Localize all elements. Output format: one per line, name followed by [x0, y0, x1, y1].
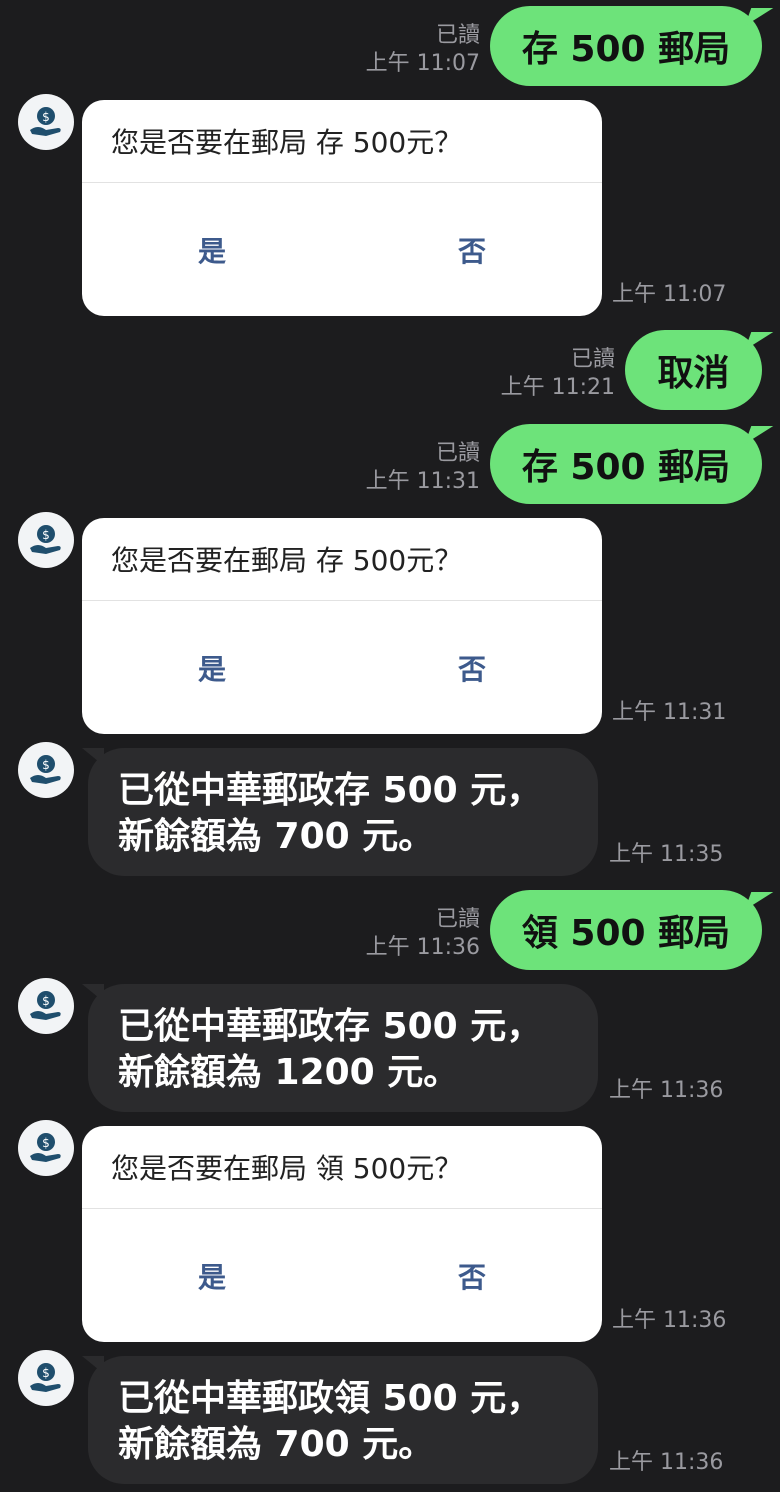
message-line: 新餘額為 700 元。	[118, 1424, 435, 1465]
timestamp: 上午 11:36	[609, 1078, 724, 1103]
confirm-question: 您是否要在郵局 領 500元？	[82, 1126, 602, 1209]
yes-button[interactable]: 是	[82, 1209, 342, 1342]
bot-avatar[interactable]: $	[18, 1120, 74, 1176]
svg-text:$: $	[42, 110, 50, 124]
timestamp: 上午 11:21	[500, 375, 615, 400]
timestamp: 上午 11:07	[612, 282, 727, 307]
incoming-message[interactable]: 已從中華郵政存 500 元， 新餘額為 700 元。	[82, 748, 598, 876]
message-meta: 已讀 上午 11:21	[501, 346, 615, 402]
message-line: 新餘額為 1200 元。	[118, 1052, 460, 1093]
confirm-card: 您是否要在郵局 存 500元？ 是 否	[82, 518, 602, 734]
read-receipt: 已讀	[570, 347, 615, 372]
timestamp: 上午 11:31	[365, 469, 480, 494]
timestamp: 上午 11:07	[365, 51, 480, 76]
piggy-bank-hand-icon: $	[30, 525, 61, 554]
yes-button[interactable]: 是	[82, 183, 342, 316]
message-text: 存 500 郵局	[521, 447, 731, 488]
bot-avatar[interactable]: $	[18, 742, 74, 798]
timestamp: 上午 11:35	[609, 842, 724, 867]
read-receipt: 已讀	[435, 907, 480, 932]
bot-avatar[interactable]: $	[18, 94, 74, 150]
timestamp: 上午 11:36	[609, 1450, 724, 1475]
piggy-bank-hand-icon: $	[30, 991, 61, 1020]
svg-text:$: $	[42, 1136, 50, 1150]
bot-avatar[interactable]: $	[18, 978, 74, 1034]
message-text: 領 500 郵局	[521, 913, 731, 954]
svg-text:$: $	[42, 1366, 50, 1380]
message-line: 新餘額為 700 元。	[118, 816, 435, 857]
no-button[interactable]: 否	[342, 183, 602, 316]
bot-avatar[interactable]: $	[18, 512, 74, 568]
timestamp: 上午 11:36	[612, 1308, 727, 1333]
message-meta: 已讀 上午 11:31	[366, 440, 480, 496]
message-meta: 已讀 上午 11:07	[366, 22, 480, 78]
timestamp: 上午 11:31	[612, 700, 727, 725]
message-text: 存 500 郵局	[521, 29, 731, 70]
svg-text:$: $	[42, 528, 50, 542]
message-meta: 已讀 上午 11:36	[366, 906, 480, 962]
confirm-card: 您是否要在郵局 領 500元？ 是 否	[82, 1126, 602, 1342]
confirm-question: 您是否要在郵局 存 500元？	[82, 100, 602, 183]
yes-button[interactable]: 是	[82, 601, 342, 734]
no-button[interactable]: 否	[342, 1209, 602, 1342]
outgoing-message[interactable]: 領 500 郵局	[490, 890, 762, 970]
message-text: 取消	[657, 353, 730, 394]
read-receipt: 已讀	[435, 23, 480, 48]
confirm-question: 您是否要在郵局 存 500元？	[82, 518, 602, 601]
svg-text:$: $	[42, 758, 50, 772]
message-line: 已從中華郵政存 500 元，	[118, 1006, 543, 1047]
incoming-message[interactable]: 已從中華郵政存 500 元， 新餘額為 1200 元。	[82, 984, 598, 1112]
confirm-card: 您是否要在郵局 存 500元？ 是 否	[82, 100, 602, 316]
message-line: 已從中華郵政領 500 元，	[118, 1378, 543, 1419]
incoming-message[interactable]: 已從中華郵政領 500 元， 新餘額為 700 元。	[82, 1356, 598, 1484]
outgoing-message[interactable]: 取消	[625, 330, 762, 410]
outgoing-message[interactable]: 存 500 郵局	[490, 6, 762, 86]
timestamp: 上午 11:36	[365, 935, 480, 960]
bot-avatar[interactable]: $	[18, 1350, 74, 1406]
outgoing-message[interactable]: 存 500 郵局	[490, 424, 762, 504]
piggy-bank-hand-icon: $	[30, 1363, 61, 1392]
piggy-bank-hand-icon: $	[30, 107, 61, 136]
svg-text:$: $	[42, 994, 50, 1008]
message-line: 已從中華郵政存 500 元，	[118, 770, 543, 811]
piggy-bank-hand-icon: $	[30, 1133, 61, 1162]
read-receipt: 已讀	[435, 441, 480, 466]
piggy-bank-hand-icon: $	[30, 755, 61, 784]
no-button[interactable]: 否	[342, 601, 602, 734]
